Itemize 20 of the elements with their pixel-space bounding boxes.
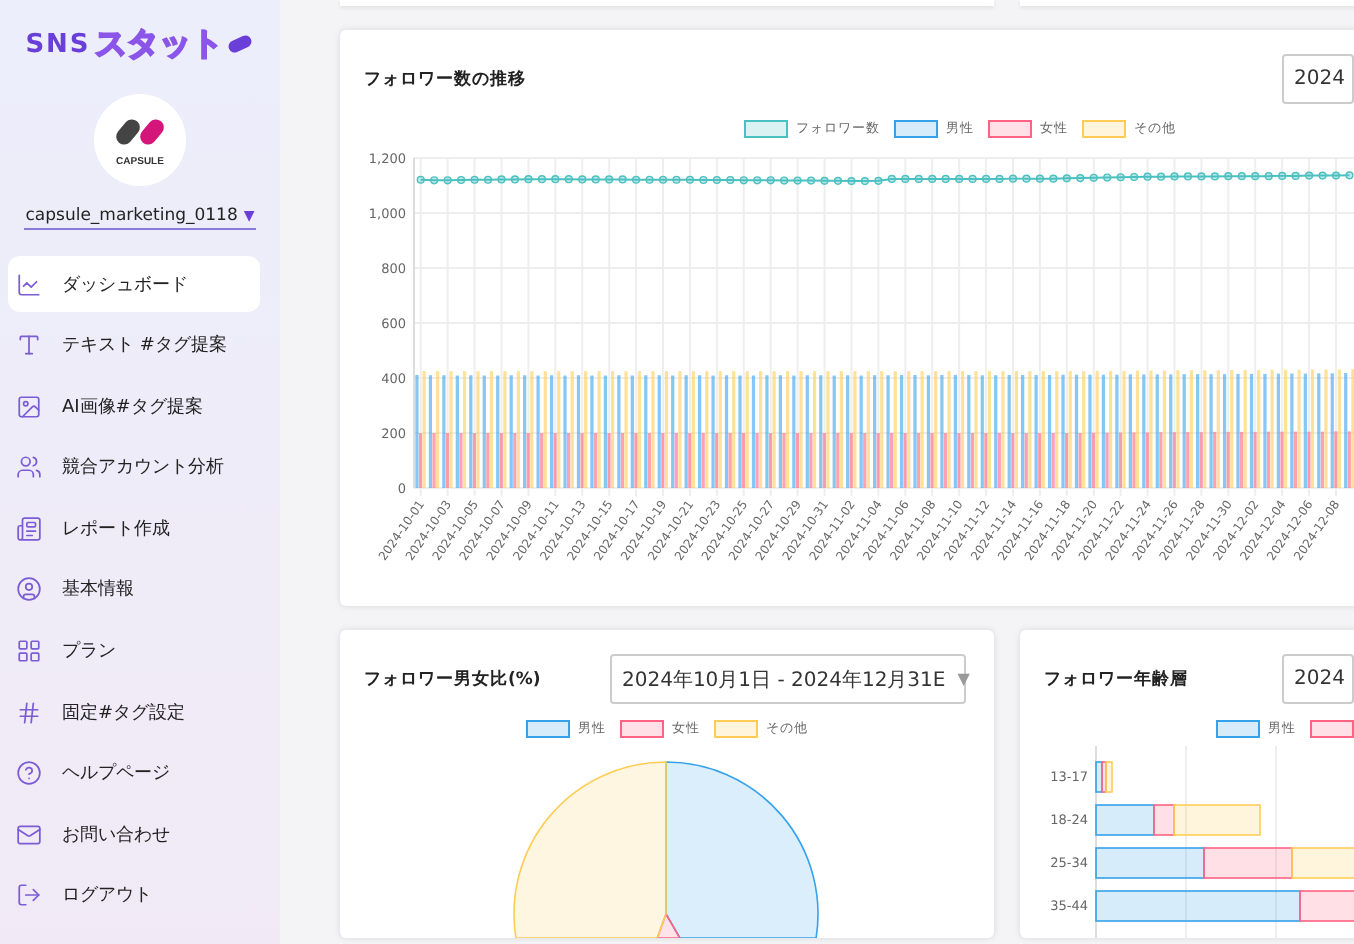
nav-item[interactable]: レポート作成 [8, 500, 260, 557]
nav-item[interactable]: ログアウト [8, 867, 260, 924]
logo-text: SNS [25, 29, 91, 59]
date-select[interactable]: 2024 [1282, 654, 1354, 704]
nav-item[interactable]: 固定#タグ設定 [8, 684, 260, 741]
card-title: フォロワー年齢層 [1044, 667, 1188, 691]
nav-item[interactable]: 基本情報 [8, 561, 260, 618]
nav-item[interactable]: AI画像#タグ提案 [8, 378, 260, 435]
logo-title: スタット [94, 23, 223, 65]
card-title: フォロワー男女比(%) [364, 667, 541, 691]
caret-icon: ▼ [957, 670, 970, 688]
nav-item[interactable]: ヘルプページ [8, 745, 260, 802]
date-select[interactable]: 2024年10月1日 - 2024年12月31E ▼ [610, 654, 966, 704]
nav-item[interactable]: ダッシュボード [8, 256, 260, 312]
nav-item[interactable]: プラン [8, 623, 260, 680]
nav-item[interactable]: テキスト #タグ提案 [8, 317, 260, 374]
date-select[interactable]: 2024 [1282, 54, 1354, 104]
nav-item[interactable]: お問い合わせ [8, 806, 260, 863]
nav-item[interactable]: 競合アカウント分析 [8, 439, 260, 496]
card-title: フォロワー数の推移 [364, 67, 526, 91]
